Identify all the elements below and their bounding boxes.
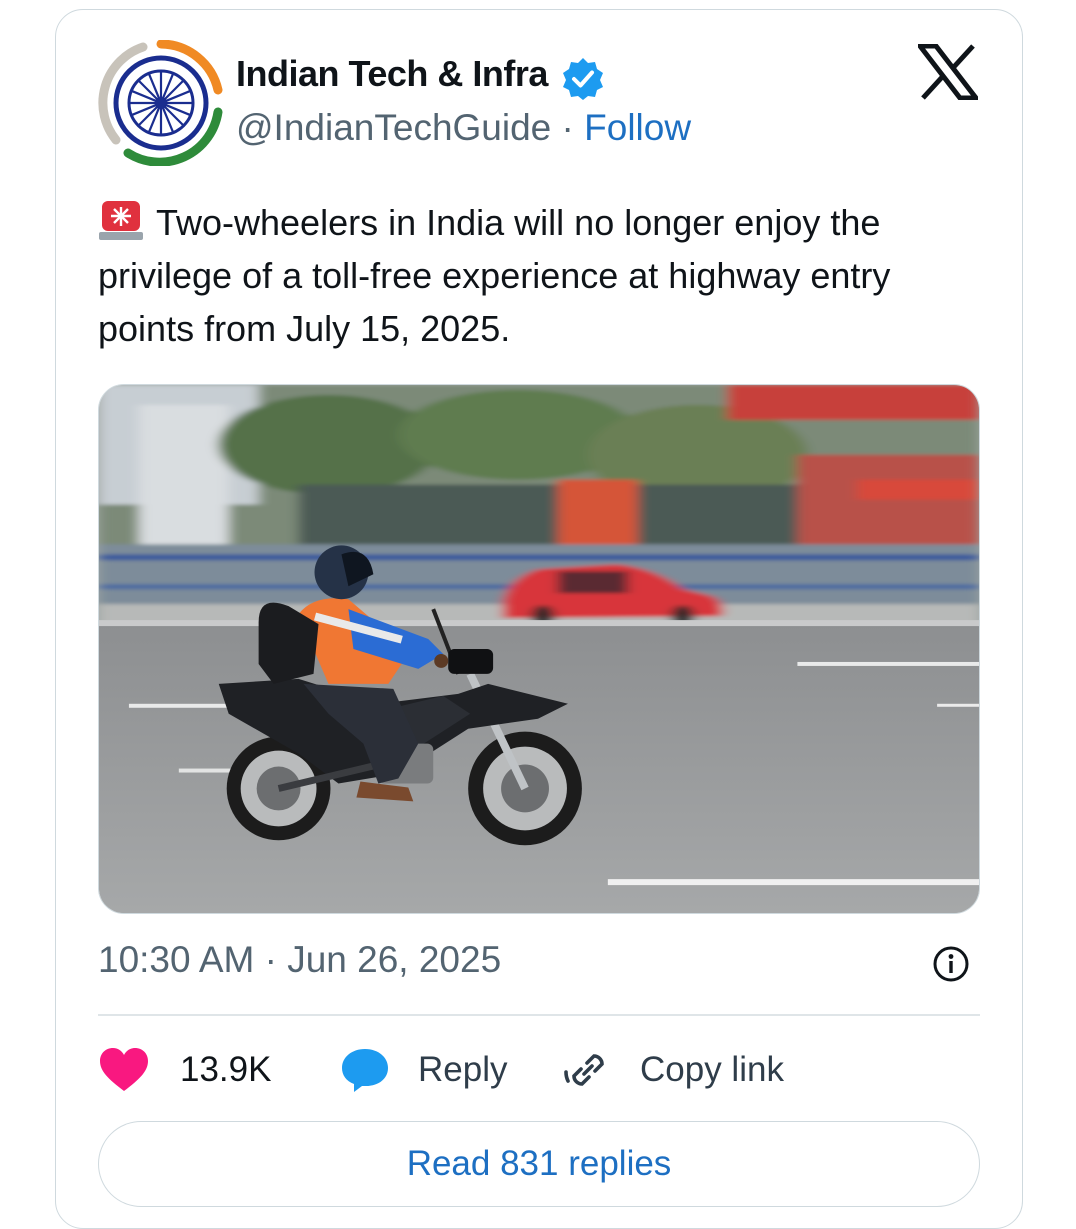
profile-avatar[interactable] (98, 40, 224, 166)
author-name[interactable]: Indian Tech & Infra (236, 53, 548, 95)
action-bar: 13.9K Reply Copy link (98, 1040, 980, 1100)
tweet-text: Two-wheelers in India will no longer enj… (98, 196, 978, 355)
like-button[interactable]: 13.9K (98, 1040, 288, 1100)
like-count: 13.9K (180, 1050, 272, 1089)
police-siren-icon (99, 201, 143, 240)
link-icon (564, 1054, 604, 1086)
tweet-timestamp[interactable]: 10:30 AM · Jun 26, 2025 (98, 939, 501, 981)
separator-dot: · (561, 107, 574, 148)
tweet-image[interactable] (98, 384, 980, 914)
reply-bubble-icon (342, 1049, 388, 1092)
reply-button[interactable]: Reply (340, 1040, 520, 1100)
divider (98, 1014, 980, 1016)
heart-icon (100, 1048, 148, 1091)
read-replies-button[interactable]: Read 831 replies (98, 1121, 980, 1207)
follow-button[interactable]: Follow (584, 107, 691, 148)
verified-badge-icon (563, 58, 603, 100)
copy-link-button[interactable]: Copy link (564, 1040, 804, 1100)
info-icon[interactable] (932, 945, 970, 983)
x-logo-icon[interactable] (918, 44, 978, 100)
handle-row: @IndianTechGuide · Follow (236, 107, 691, 149)
author-handle[interactable]: @IndianTechGuide (236, 107, 551, 148)
copy-link-label: Copy link (640, 1050, 784, 1089)
reply-label: Reply (418, 1050, 508, 1089)
tweet-body: Two-wheelers in India will no longer enj… (98, 202, 891, 349)
